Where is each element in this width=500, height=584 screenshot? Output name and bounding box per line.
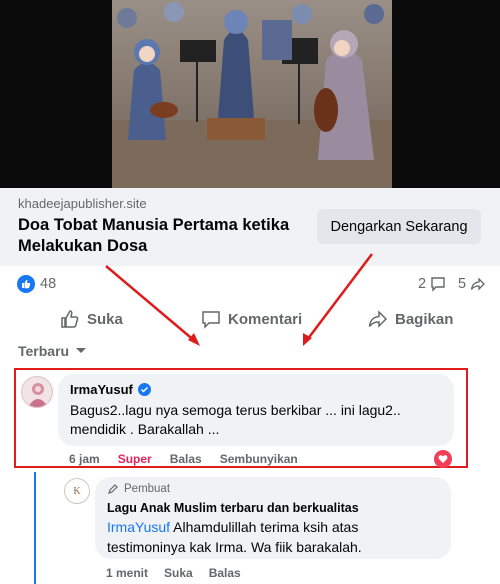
comment-author[interactable]: IrmaYusuf	[70, 382, 442, 397]
share-icon	[470, 277, 485, 291]
super-reaction-button[interactable]: Super	[118, 452, 152, 466]
like-button-label: Suka	[87, 310, 123, 328]
reply-meta: 1 menit Suka Balas	[106, 566, 257, 580]
link-title[interactable]: Doa Tobat Manusia Pertama ketika Melakuk…	[18, 215, 308, 257]
reply-bubble: Pembuat Lagu Anak Muslim terbaru dan ber…	[95, 477, 451, 559]
reaction-stats: 48 2 5	[0, 266, 500, 302]
comment-sort-dropdown[interactable]: Terbaru	[18, 343, 87, 359]
post-media-image[interactable]	[0, 0, 500, 188]
reply-author[interactable]: Lagu Anak Muslim terbaru dan berkualitas	[107, 501, 439, 515]
creator-badge: Pembuat	[107, 483, 439, 495]
comment-meta: 6 jam Super Balas Sembunyikan	[69, 452, 316, 466]
hide-button[interactable]: Sembunyikan	[220, 452, 298, 466]
verified-badge-icon	[137, 383, 151, 396]
share-arrow-icon	[368, 310, 388, 328]
like-reaction-icon[interactable]	[17, 275, 35, 293]
reply-like-button[interactable]: Suka	[164, 566, 193, 580]
comment-bubble: IrmaYusuf Bagus2..lagu nya semoga terus …	[58, 374, 454, 446]
svg-text:K: K	[73, 486, 81, 497]
comment-icon	[431, 277, 445, 292]
orchestra-illustration	[112, 0, 392, 188]
share-count[interactable]: 5	[458, 276, 466, 292]
mention-link[interactable]: IrmaYusuf	[107, 519, 170, 535]
chevron-down-icon	[76, 348, 87, 353]
creator-badge-label: Pembuat	[124, 483, 171, 495]
link-preview-card[interactable]: khadeejapublisher.site Doa Tobat Manusia…	[0, 188, 500, 266]
thumbs-up-icon	[61, 310, 79, 328]
comment-time[interactable]: 6 jam	[69, 452, 100, 466]
share-button[interactable]: Bagikan	[368, 307, 453, 331]
comment-text: Bagus2..lagu nya semoga terus berkibar .…	[70, 402, 401, 437]
author-name[interactable]: IrmaYusuf	[70, 382, 133, 397]
listen-now-button[interactable]: Dengarkan Sekarang	[317, 209, 481, 244]
comment-button[interactable]: Komentari	[201, 307, 302, 331]
reply-thread-line	[34, 472, 36, 584]
pencil-icon	[108, 484, 118, 494]
comment-bubble-icon	[202, 311, 220, 329]
highlighted-comment: IrmaYusuf Bagus2..lagu nya semoga terus …	[14, 368, 468, 468]
reply-button[interactable]: Balas	[170, 452, 202, 466]
reply-time[interactable]: 1 menit	[106, 566, 148, 580]
page-avatar[interactable]: K	[64, 478, 90, 504]
sort-label: Terbaru	[18, 343, 70, 359]
like-button[interactable]: Suka	[60, 307, 123, 331]
reply-reply-button[interactable]: Balas	[209, 566, 241, 580]
comment-button-label: Komentari	[228, 310, 303, 328]
post-actions: Suka Komentari Bagikan	[0, 302, 500, 336]
link-domain: khadeejapublisher.site	[18, 196, 147, 211]
share-button-label: Bagikan	[395, 310, 454, 328]
love-reaction-icon[interactable]	[434, 450, 452, 468]
comment-count[interactable]: 2	[418, 276, 426, 292]
reply-text: IrmaYusuf Alhamdulillah terima ksih atas…	[107, 517, 439, 557]
like-count[interactable]: 48	[40, 276, 56, 292]
avatar[interactable]	[21, 376, 53, 408]
